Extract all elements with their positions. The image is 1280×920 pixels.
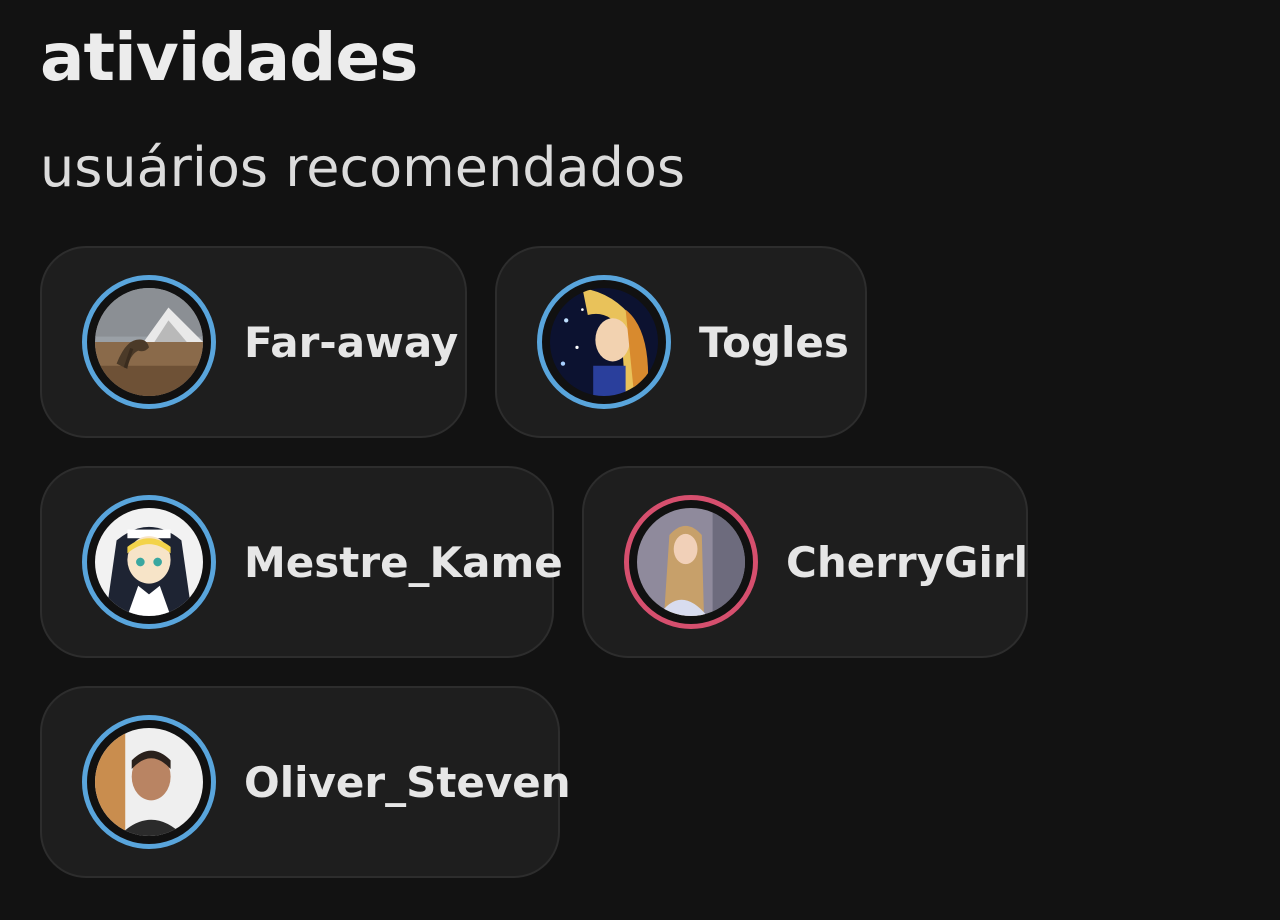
user-card-togles[interactable]: Togles: [495, 246, 867, 438]
user-row: Far-away Togles: [40, 246, 1260, 438]
user-card-mestre-kame[interactable]: Mestre_Kame: [40, 466, 563, 658]
avatar: [95, 728, 203, 836]
page-title: atividades: [40, 19, 418, 96]
user-row: Oliver_Steven: [40, 686, 1260, 878]
section-title: usuários recomendados: [40, 136, 686, 199]
avatar-image: [95, 728, 203, 836]
avatar-ring: [82, 275, 216, 409]
avatar: [637, 508, 745, 616]
avatar-ring: [82, 495, 216, 629]
user-name: Togles: [699, 317, 849, 367]
user-name: CherryGirl: [786, 537, 1028, 587]
avatar-ring: [624, 495, 758, 629]
avatar: [95, 288, 203, 396]
avatar-ring: [82, 715, 216, 849]
user-name: Mestre_Kame: [244, 537, 563, 587]
user-card-far-away[interactable]: Far-away: [40, 246, 467, 438]
avatar: [550, 288, 658, 396]
user-card-oliver-steven[interactable]: Oliver_Steven: [40, 686, 571, 878]
user-name: Far-away: [244, 317, 459, 367]
user-row: Mestre_Kame CherryGirl: [40, 466, 1260, 658]
avatar-image: [550, 288, 658, 396]
user-name: Oliver_Steven: [244, 757, 571, 807]
avatar-image: [95, 288, 203, 396]
avatar-ring: [537, 275, 671, 409]
avatar-image: [95, 508, 203, 616]
avatar: [95, 508, 203, 616]
avatar-image: [637, 508, 745, 616]
recommended-users-list: Far-away Togles Mestre_Kame CherryGirl O…: [40, 246, 1260, 906]
user-card-cherrygirl[interactable]: CherryGirl: [582, 466, 1028, 658]
